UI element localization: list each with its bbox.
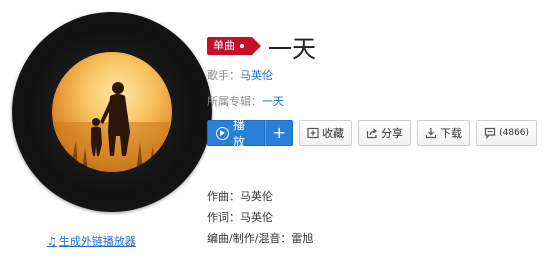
share-button[interactable]: 分享 bbox=[358, 120, 412, 146]
album-label: 所属专辑： bbox=[207, 95, 262, 108]
cover-artwork bbox=[52, 52, 172, 172]
download-label: 下载 bbox=[440, 127, 463, 140]
favorite-button[interactable]: 收藏 bbox=[299, 120, 353, 146]
song-title: 一天 bbox=[268, 34, 316, 63]
play-icon bbox=[216, 126, 229, 140]
download-button[interactable]: 下载 bbox=[417, 120, 471, 146]
favorite-icon bbox=[307, 127, 319, 139]
song-meta: 单曲 一天 歌手：马英伦 所属专辑：一天 播放 + 收藏 分享 下载 (4866… bbox=[207, 30, 537, 149]
artwork-illustration bbox=[52, 82, 172, 172]
generate-link-label: 生成外链播放器 bbox=[58, 235, 136, 248]
download-icon bbox=[425, 128, 437, 139]
single-badge: 单曲 bbox=[207, 37, 261, 55]
play-button[interactable]: 播放 bbox=[207, 118, 266, 149]
share-icon bbox=[366, 128, 378, 139]
singer-row: 歌手：马英伦 bbox=[207, 68, 537, 84]
badge-dot-icon bbox=[240, 44, 244, 48]
lyricist-credit: 作词：马英伦 bbox=[207, 211, 273, 224]
album-link[interactable]: 一天 bbox=[262, 95, 284, 108]
credits: 作曲：马英伦 作词：马英伦 编曲/制作/混音：雷旭 bbox=[207, 186, 313, 249]
vinyl-disc bbox=[12, 12, 212, 212]
action-bar: 播放 + 收藏 分享 下载 (4866) bbox=[207, 118, 537, 149]
single-badge-label: 单曲 bbox=[213, 39, 235, 52]
singer-label: 歌手： bbox=[207, 69, 240, 82]
title-row: 单曲 一天 bbox=[207, 30, 537, 63]
composer-credit: 作曲：马英伦 bbox=[207, 190, 273, 203]
play-label: 播放 bbox=[232, 118, 245, 149]
comment-count: (4866) bbox=[499, 128, 529, 138]
add-to-playlist-button[interactable]: + bbox=[265, 120, 294, 146]
arranger-credit: 编曲/制作/混音：雷旭 bbox=[207, 232, 314, 245]
singer-link[interactable]: 马英伦 bbox=[240, 69, 273, 82]
share-label: 分享 bbox=[381, 127, 404, 140]
comment-icon bbox=[484, 127, 496, 139]
album-cover bbox=[12, 12, 212, 222]
music-note-icon: ♫ bbox=[47, 235, 57, 248]
album-row: 所属专辑：一天 bbox=[207, 94, 537, 110]
comment-button[interactable]: (4866) bbox=[476, 120, 537, 146]
favorite-label: 收藏 bbox=[322, 127, 345, 140]
generate-external-player-link[interactable]: ♫ 生成外链播放器 bbox=[47, 233, 136, 249]
